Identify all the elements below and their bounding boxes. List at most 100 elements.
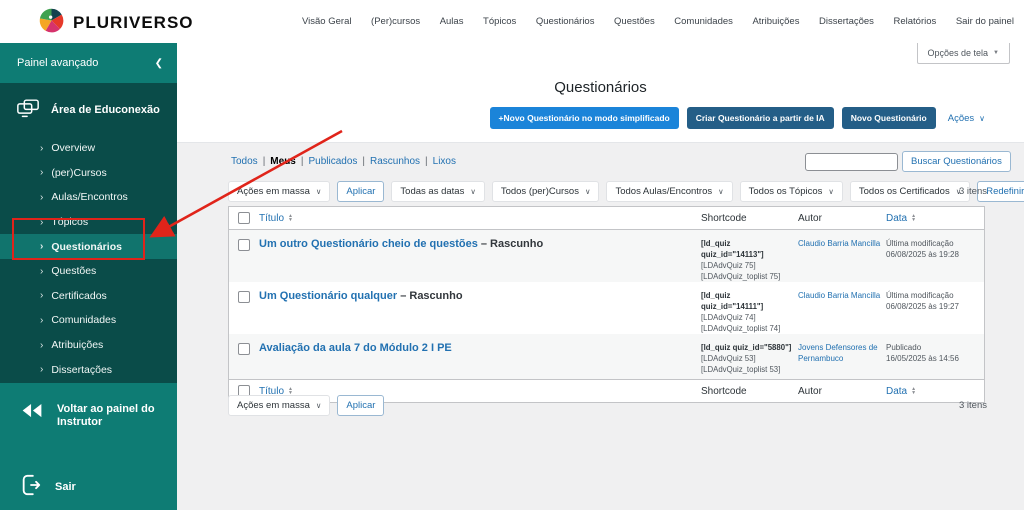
topnav-comunidades[interactable]: Comunidades	[674, 16, 733, 27]
row-checkbox[interactable]	[238, 291, 250, 303]
back-to-instructor-label: Voltar ao painel do Instrutor	[57, 403, 155, 428]
shortcode-line: [LDAdvQuiz 74]	[701, 313, 756, 322]
sidebar-item-dissertacoes[interactable]: › Dissertações	[0, 357, 177, 382]
shortcode-line: [ld_quiz quiz_id="5880"]	[701, 343, 792, 352]
sidebar-item-label: (per)Cursos	[51, 166, 107, 179]
bulk-actions-select[interactable]: Ações em massa ∨	[228, 181, 331, 202]
shortcode-line: [ld_quiz quiz_id="14113"]	[701, 239, 764, 259]
quiz-title-link[interactable]: Um Questionário qualquer	[259, 290, 397, 302]
sidebar-item-percursos[interactable]: › (per)Cursos	[0, 161, 177, 186]
sidebar-item-label: Questões	[51, 265, 97, 278]
sidebar-item-topicos[interactable]: › Tópicos	[0, 210, 177, 235]
row-checkbox[interactable]	[238, 239, 250, 251]
author-link[interactable]: Jovens Defensores de Pernambuco	[798, 343, 878, 363]
view-lixos[interactable]: Lixos	[433, 156, 456, 167]
author-link[interactable]: Claudio Barria Mancilla	[798, 291, 880, 300]
column-date-footer[interactable]: Data ▲ ▼	[886, 386, 986, 397]
table-row: Um Questionário qualquer – Rascunho [ld_…	[229, 282, 984, 334]
table-header: Título ▲ ▼ Shortcode Autor Data ▲ ▼	[229, 207, 984, 230]
table-row: Avaliação da aula 7 do Módulo 2 I PE [ld…	[229, 334, 984, 379]
brand-logo[interactable]: PLURIVERSO	[38, 7, 194, 39]
dates-filter-label: Todas as datas	[400, 186, 465, 197]
separator: |	[362, 156, 365, 167]
date-cell: Última modificação 06/08/2025 às 19:28	[886, 230, 986, 282]
sidebar-item-overview[interactable]: › Overview	[0, 136, 177, 161]
author-link[interactable]: Claudio Barria Mancilla	[798, 239, 880, 248]
search-quizzes-button[interactable]: Buscar Questionários	[902, 151, 1011, 172]
select-all-checkbox[interactable]	[238, 212, 250, 224]
screens-icon	[16, 98, 40, 122]
chevron-right-icon: ›	[40, 290, 44, 302]
topnav-aulas[interactable]: Aulas	[440, 16, 464, 27]
topics-filter-select[interactable]: Todos os Tópicos ∨	[739, 181, 843, 202]
view-rascunhos[interactable]: Rascunhos	[370, 156, 420, 167]
sidebar-item-comunidades[interactable]: › Comunidades	[0, 308, 177, 333]
topnav-questionarios[interactable]: Questionários	[536, 16, 595, 27]
screen-options-label: Opções de tela	[927, 48, 989, 58]
sidebar-header[interactable]: Painel avançado ❮	[0, 43, 177, 83]
sidebar-collapse-icon[interactable]: ❮	[155, 58, 163, 69]
actions-dropdown[interactable]: Ações ∨	[948, 113, 985, 124]
topnav-visao-geral[interactable]: Visão Geral	[302, 16, 351, 27]
sidebar-item-questoes[interactable]: › Questões	[0, 259, 177, 284]
certificates-filter-select[interactable]: Todos os Certificados ∨	[849, 181, 971, 202]
pluriverso-bird-icon	[38, 7, 65, 39]
sidebar-item-aulas-encontros[interactable]: › Aulas/Encontros	[0, 185, 177, 210]
quizzes-table: Título ▲ ▼ Shortcode Autor Data ▲ ▼ Um out…	[228, 206, 985, 403]
logout-icon	[20, 473, 42, 502]
view-todos[interactable]: Todos	[231, 156, 258, 167]
bulk-actions-label: Ações em massa	[237, 400, 310, 411]
quiz-title-link[interactable]: Um outro Questionário cheio de questões	[259, 238, 478, 250]
apply-button-bottom[interactable]: Aplicar	[337, 395, 385, 416]
bulk-actions-select-bottom[interactable]: Ações em massa ∨	[228, 395, 331, 416]
topnav-atribuicoes[interactable]: Atribuições	[752, 16, 799, 27]
items-count: 3 itens	[959, 186, 987, 197]
screen-options-button[interactable]: Opções de tela ▼	[916, 43, 1010, 64]
sidebar-section-educonexao[interactable]: Área de Educonexão	[0, 83, 177, 132]
search-input[interactable]	[805, 153, 898, 171]
top-bar: PLURIVERSO Visão Geral (Per)cursos Aulas…	[0, 0, 1024, 43]
shortcode-cell: [ld_quiz quiz_id="14113"] [LDAdvQuiz 75]…	[701, 230, 798, 282]
sidebar-exit[interactable]: Sair	[0, 467, 177, 508]
topnav-topicos[interactable]: Tópicos	[483, 16, 516, 27]
sidebar-item-label: Comunidades	[51, 314, 117, 327]
column-date-label: Data	[886, 385, 908, 397]
separator: |	[425, 156, 428, 167]
column-date[interactable]: Data ▲ ▼	[886, 213, 986, 224]
sidebar-item-questionarios[interactable]: › Questionários	[0, 234, 177, 259]
row-checkbox[interactable]	[238, 343, 250, 355]
sidebar-item-certificados[interactable]: › Certificados	[0, 284, 177, 309]
topnav-percursos[interactable]: (Per)cursos	[371, 16, 420, 27]
view-publicados[interactable]: Publicados	[308, 156, 357, 167]
sidebar-item-atribuicoes[interactable]: › Atribuições	[0, 333, 177, 358]
sidebar-section-label: Área de Educonexão	[51, 104, 160, 116]
bottom-bulk-controls: Ações em massa ∨ Aplicar	[228, 395, 385, 416]
column-title-label: Título	[259, 212, 285, 224]
topnav-questoes[interactable]: Questões	[614, 16, 655, 27]
sidebar-header-label: Painel avançado	[17, 57, 99, 69]
courses-filter-select[interactable]: Todos (per)Cursos ∨	[491, 181, 600, 202]
apply-button[interactable]: Aplicar	[337, 181, 385, 202]
screen: PLURIVERSO Visão Geral (Per)cursos Aulas…	[0, 0, 1024, 510]
chevron-right-icon: ›	[40, 339, 44, 351]
topnav-sair-do-painel[interactable]: Sair do painel	[956, 16, 1014, 27]
quiz-title-link[interactable]: Avaliação da aula 7 do Módulo 2 I PE	[259, 342, 452, 354]
back-to-instructor-panel[interactable]: Voltar ao painel do Instrutor	[0, 397, 177, 435]
date-value: 06/08/2025 às 19:28	[886, 250, 959, 259]
new-quiz-simplified-button[interactable]: +Novo Questionário no modo simplificado	[489, 107, 679, 129]
new-quiz-button[interactable]: Novo Questionário	[841, 107, 936, 129]
chevron-right-icon: ›	[40, 167, 44, 179]
actions-label: Ações	[947, 112, 975, 124]
chevron-down-icon: ∨	[718, 187, 724, 196]
chevron-down-icon: ∨	[979, 113, 985, 123]
column-title[interactable]: Título ▲ ▼	[259, 213, 701, 224]
lessons-filter-label: Todos Aulas/Encontros	[615, 186, 713, 197]
dates-filter-select[interactable]: Todas as datas ∨	[391, 181, 485, 202]
create-quiz-from-ai-button[interactable]: Criar Questionário a partir de IA	[686, 107, 834, 129]
sidebar-item-label: Dissertações	[51, 363, 113, 376]
topnav-dissertacoes[interactable]: Dissertações	[819, 16, 874, 27]
shortcode-cell: [ld_quiz quiz_id="14111"] [LDAdvQuiz 74]…	[701, 282, 798, 334]
view-meus[interactable]: Meus	[270, 156, 296, 167]
lessons-filter-select[interactable]: Todos Aulas/Encontros ∨	[606, 181, 733, 202]
topnav-relatorios[interactable]: Relatórios	[894, 16, 937, 27]
